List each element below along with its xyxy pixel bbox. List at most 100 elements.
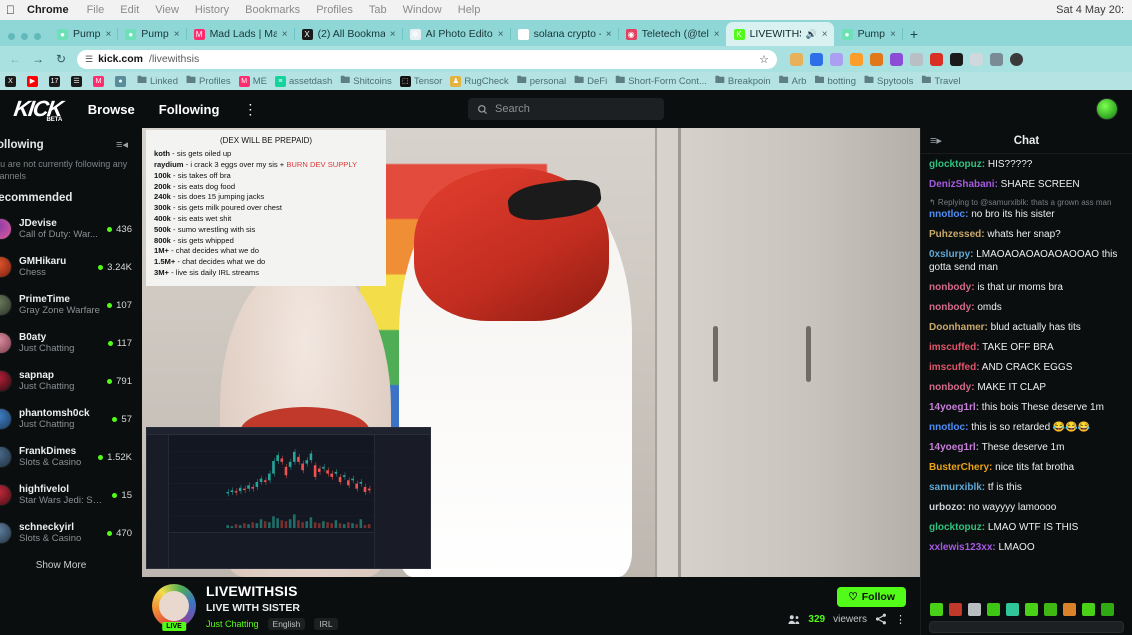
chat-username[interactable]: imscuffed: xyxy=(929,362,980,373)
tab-close-icon[interactable]: × xyxy=(390,29,396,40)
bookmark-item-2[interactable]: 17 xyxy=(49,75,63,87)
browser-tab-6[interactable]: ◉ Teletech (@tele × xyxy=(618,22,727,46)
chat-username[interactable]: nnotloc: xyxy=(929,209,968,220)
chat-username[interactable]: DenizShabani: xyxy=(929,179,998,190)
sidebar-channel-jdevise[interactable]: JDevise Call of Duty: War... 436 xyxy=(0,210,132,248)
channel-avatar-wrap[interactable]: LIVE xyxy=(152,584,196,631)
bookmark-item-16[interactable]: 🖿 Breakpoin xyxy=(715,73,771,90)
window-controls[interactable] xyxy=(2,33,49,46)
expand-chat-icon[interactable]: ≡▸ xyxy=(930,134,942,147)
nav-following[interactable]: Following xyxy=(159,102,220,117)
chat-username[interactable]: 14yoeg1rl: xyxy=(929,442,979,453)
sidebar-channel-schneckyirl[interactable]: schneckyirl Slots & Casino 470 xyxy=(0,514,132,552)
profile-avatar[interactable] xyxy=(1010,52,1023,66)
bookmark-item-14[interactable]: 🖿 DeFi xyxy=(574,73,607,90)
chat-username[interactable]: nnotloc: xyxy=(929,422,968,433)
extension-menu[interactable] xyxy=(990,52,1003,66)
new-tab-button[interactable]: + xyxy=(902,26,926,46)
tab-close-icon[interactable]: × xyxy=(606,29,612,40)
browser-tab-5[interactable]: Gsolana crypto - × xyxy=(510,22,619,46)
stream-category[interactable]: Just Chatting xyxy=(206,619,259,629)
chat-username[interactable]: xxlewis123xx: xyxy=(929,542,996,553)
sidebar-channel-phantomsh0ck[interactable]: phantomsh0ck Just Chatting 57 xyxy=(0,400,132,438)
show-more-button[interactable]: Show More xyxy=(0,552,132,575)
bookmark-item-3[interactable]: ☰ xyxy=(71,75,85,87)
bookmark-item-20[interactable]: 🖿 Travel xyxy=(921,73,960,90)
bookmark-item-18[interactable]: 🖿 botting xyxy=(814,73,856,90)
bookmark-item-13[interactable]: 🖿 personal xyxy=(517,73,566,90)
tab-close-icon[interactable]: × xyxy=(282,29,288,40)
tab-mute-icon[interactable]: 🔊 xyxy=(806,29,817,40)
bookmark-item-17[interactable]: 🖿 Arb xyxy=(779,73,807,90)
bookmark-item-7[interactable]: 🖿 Profiles xyxy=(186,73,231,90)
browser-tab-0[interactable]: ● Pump × xyxy=(49,22,119,46)
browser-tab-7[interactable]: K LIVEWITHSIS 🔊 × xyxy=(725,22,834,46)
chat-username[interactable]: 14yoeg1rl: xyxy=(929,402,979,413)
stream-tag-irl[interactable]: IRL xyxy=(314,617,338,630)
emote-kick-green[interactable] xyxy=(930,602,943,616)
chat-username[interactable]: Doonhamer: xyxy=(929,322,988,333)
tab-close-icon[interactable]: × xyxy=(890,29,896,40)
menu-item-help[interactable]: Help xyxy=(458,4,481,16)
chat-username[interactable]: urbozo: xyxy=(929,502,966,513)
nav-browse[interactable]: Browse xyxy=(88,102,135,117)
bookmark-star-icon[interactable]: ☆ xyxy=(759,53,769,66)
browser-tab-8[interactable]: ● Pump × xyxy=(834,22,903,46)
menu-item-view[interactable]: View xyxy=(155,4,179,16)
chat-username[interactable]: nonbody: xyxy=(929,302,975,313)
chat-username[interactable]: imscuffed: xyxy=(929,342,980,353)
search-input[interactable]: Search xyxy=(468,98,664,120)
extension-backpack[interactable] xyxy=(890,52,903,66)
extension-adblock[interactable] xyxy=(930,52,943,66)
chat-username[interactable]: glocktopuz: xyxy=(929,522,985,533)
tab-close-icon[interactable]: × xyxy=(714,29,720,40)
stream-tag-language[interactable]: English xyxy=(267,617,306,630)
menu-item-history[interactable]: History xyxy=(195,4,229,16)
collapse-sidebar-icon[interactable]: ≡◂ xyxy=(116,138,128,151)
sidebar-channel-sapnap[interactable]: sapnap Just Chatting 791 xyxy=(0,362,132,400)
apple-menu-icon[interactable]:  xyxy=(6,4,15,16)
tab-close-icon[interactable]: × xyxy=(498,29,504,40)
emote-kick-green4[interactable] xyxy=(1044,602,1057,616)
browser-tab-3[interactable]: X (2) All Bookmark × xyxy=(294,22,403,46)
back-button[interactable]: ← xyxy=(8,52,22,66)
kick-logo[interactable]: KICK BETA xyxy=(12,96,63,123)
sidebar-channel-b0aty[interactable]: B0aty Just Chatting 117 xyxy=(0,324,132,362)
bookmark-item-19[interactable]: 🖿 Spytools xyxy=(864,73,913,90)
extension-target[interactable] xyxy=(950,52,963,66)
follow-button[interactable]: ♡ Follow xyxy=(837,586,906,607)
emote-kick-red[interactable] xyxy=(949,602,962,616)
address-bar[interactable]: ☰ kick.com/livewithsis ☆ xyxy=(77,49,777,69)
share-icon[interactable] xyxy=(875,613,887,625)
chat-username[interactable]: 0xslurpy: xyxy=(929,249,973,260)
chat-username[interactable]: nonbody: xyxy=(929,282,975,293)
stream-more-icon[interactable]: ⋮ xyxy=(895,613,906,626)
extension-grid[interactable] xyxy=(910,52,923,66)
extension-solflare[interactable] xyxy=(850,52,863,66)
bookmark-item-12[interactable]: ♟ RugCheck xyxy=(450,75,509,87)
emote-kick-green5[interactable] xyxy=(1082,602,1095,616)
tab-close-icon[interactable]: × xyxy=(822,29,828,40)
bookmark-item-15[interactable]: 🖿 Short-Form Cont... xyxy=(615,73,707,90)
extension-puzzle[interactable] xyxy=(970,52,983,66)
emote-kick-green6[interactable] xyxy=(1101,602,1114,616)
user-avatar[interactable] xyxy=(1096,98,1118,120)
chat-input-field[interactable] xyxy=(929,621,1124,633)
bookmark-item-1[interactable]: ▶ xyxy=(27,75,41,87)
bookmark-item-8[interactable]: M ME xyxy=(238,75,267,87)
emote-kick-orange[interactable] xyxy=(1063,602,1076,616)
browser-tab-4[interactable]: ✻ AI Photo Editor f × xyxy=(402,22,511,46)
extension-slice[interactable] xyxy=(790,52,803,66)
menu-item-edit[interactable]: Edit xyxy=(120,4,139,16)
forward-button[interactable]: → xyxy=(31,52,45,66)
menu-item-file[interactable]: File xyxy=(87,4,105,16)
emote-kick-green2[interactable] xyxy=(987,602,1000,616)
sidebar-channel-primetime[interactable]: PrimeTime Gray Zone Warfare 107 xyxy=(0,286,132,324)
chat-username[interactable]: glocktopuz: xyxy=(929,159,985,170)
chat-username[interactable]: Puhzessed: xyxy=(929,229,985,240)
bookmark-item-4[interactable]: M xyxy=(93,75,107,87)
bookmark-item-9[interactable]: ≡ assetdash xyxy=(274,75,332,87)
emote-kick-teal[interactable] xyxy=(1006,602,1019,616)
bookmark-item-0[interactable]: X xyxy=(5,75,19,87)
tab-close-icon[interactable]: × xyxy=(174,29,180,40)
